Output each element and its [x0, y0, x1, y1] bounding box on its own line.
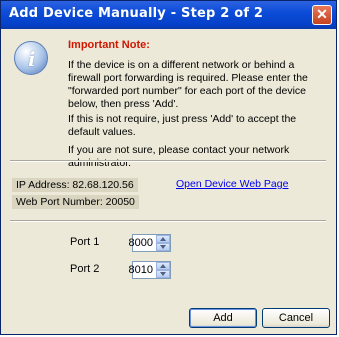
important-note-title: Important Note:	[68, 39, 150, 51]
dialog-window: Add Device Manually - Step 2 of 2 ✕ i Im…	[0, 0, 337, 335]
port-2-increment-button[interactable]	[156, 262, 170, 270]
arrow-down-icon	[160, 245, 166, 249]
divider-top	[10, 160, 326, 162]
divider-bottom	[10, 220, 326, 222]
close-icon[interactable]: ✕	[312, 5, 332, 25]
note-paragraph-defaults: If this is not require, just press 'Add'…	[68, 113, 297, 138]
web-port-readonly: Web Port Number: 20050	[12, 195, 139, 209]
port-1-increment-button[interactable]	[156, 235, 170, 243]
cancel-button[interactable]: Cancel	[262, 308, 330, 328]
arrow-up-icon	[160, 237, 166, 241]
arrow-down-icon	[160, 272, 166, 276]
port-2-stepper-buttons	[156, 262, 170, 278]
note-paragraph-forwarding: If the device is on a different network …	[68, 59, 308, 110]
port-2-value[interactable]: 8010	[129, 264, 153, 276]
note-paragraph-admin: If you are not sure, please contact your…	[68, 144, 290, 169]
window-title: Add Device Manually - Step 2 of 2	[9, 6, 264, 21]
open-device-web-page-link[interactable]: Open Device Web Page	[176, 178, 288, 190]
info-icon-glyph: i	[28, 47, 36, 71]
arrow-up-icon	[160, 264, 166, 268]
port-1-label: Port 1	[70, 236, 100, 248]
port-1-stepper[interactable]: 8000	[129, 234, 171, 252]
add-button[interactable]: Add	[189, 308, 257, 328]
port-1-value[interactable]: 8000	[129, 237, 153, 249]
ip-address-readonly: IP Address: 82.68.120.56	[12, 178, 138, 192]
dialog-content: i Important Note: If the device is on a …	[4, 29, 333, 331]
port-2-label: Port 2	[70, 263, 100, 275]
title-bar[interactable]: Add Device Manually - Step 2 of 2 ✕	[1, 1, 336, 29]
info-icon: i	[14, 41, 48, 75]
port-1-decrement-button[interactable]	[156, 243, 170, 251]
port-2-stepper[interactable]: 8010	[129, 261, 171, 279]
port-1-stepper-buttons	[156, 235, 170, 251]
port-2-decrement-button[interactable]	[156, 270, 170, 278]
